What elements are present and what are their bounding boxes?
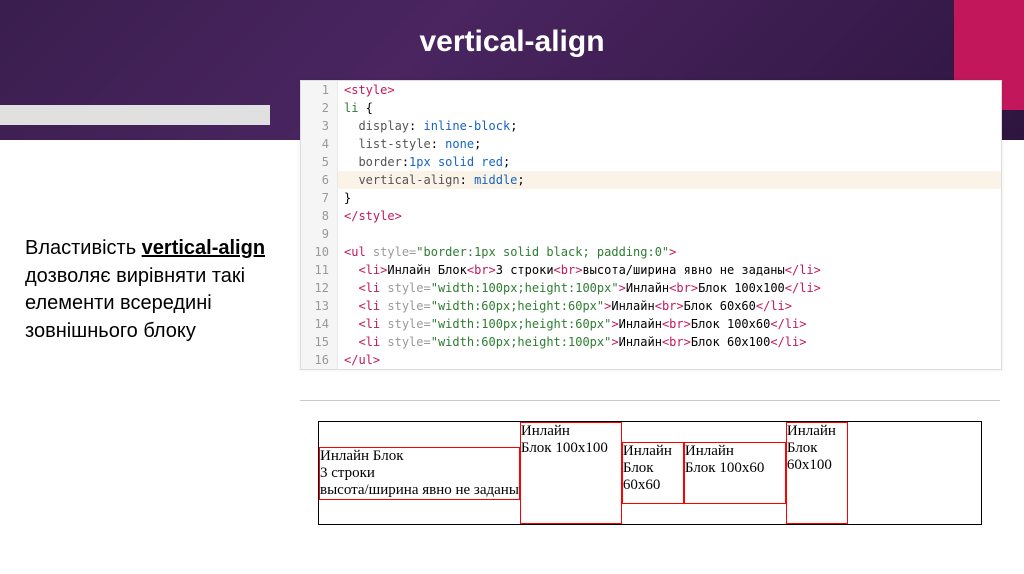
code-line: 3 display: inline-block; [301, 117, 1001, 135]
line-number: 3 [301, 117, 338, 135]
description-text: Властивість vertical-align дозволяє вирі… [25, 235, 285, 345]
code-source [338, 225, 351, 243]
code-line: 16</ul> [301, 351, 1001, 369]
line-number: 8 [301, 207, 338, 225]
code-source: <li>Инлайн Блок<br>3 строки<br>высота/ши… [338, 261, 821, 279]
desc-bold: vertical-align [142, 237, 265, 259]
code-line: 7} [301, 189, 1001, 207]
code-line: 2li { [301, 99, 1001, 117]
preview-list: Инлайн Блок3 строкивысота/ширина явно не… [318, 421, 982, 525]
code-source: vertical-align: middle; [338, 171, 525, 189]
line-number: 6 [301, 171, 338, 189]
code-source: <li style="width:60px;height:60px">Инлай… [338, 297, 792, 315]
code-source: display: inline-block; [338, 117, 517, 135]
line-number: 12 [301, 279, 338, 297]
line-number: 14 [301, 315, 338, 333]
line-number: 10 [301, 243, 338, 261]
line-number: 5 [301, 153, 338, 171]
line-number: 13 [301, 297, 338, 315]
line-number: 9 [301, 225, 338, 243]
list-item: Инлайн Блок3 строкивысота/ширина явно не… [319, 447, 520, 500]
code-source: <li style="width:100px;height:60px">Инла… [338, 315, 806, 333]
code-source: </style> [338, 207, 402, 225]
code-line: 14 <li style="width:100px;height:60px">И… [301, 315, 1001, 333]
code-source: <ul style="border:1px solid black; paddi… [338, 243, 676, 261]
list-item: ИнлайнБлок 100x60 [684, 442, 786, 504]
line-number: 7 [301, 189, 338, 207]
page-title: vertical-align [0, 25, 1024, 59]
code-source: li { [338, 99, 373, 117]
code-line: 5 border:1px solid red; [301, 153, 1001, 171]
list-item: ИнлайнБлок 100x100 [520, 422, 622, 524]
list-item: ИнлайнБлок 60x100 [786, 422, 848, 524]
code-line: 13 <li style="width:60px;height:60px">Ин… [301, 297, 1001, 315]
line-number: 1 [301, 81, 338, 99]
code-source: list-style: none; [338, 135, 481, 153]
code-source: <li style="width:100px;height:100px">Инл… [338, 279, 821, 297]
desc-rest: дозволяє вирівняти такі елементи всереди… [25, 265, 245, 342]
code-source: <style> [338, 81, 395, 99]
list-item: ИнлайнБлок 60x60 [622, 442, 684, 504]
line-number: 16 [301, 351, 338, 369]
code-source: </ul> [338, 351, 380, 369]
code-line: 10<ul style="border:1px solid black; pad… [301, 243, 1001, 261]
code-source: <li style="width:60px;height:100px">Инла… [338, 333, 806, 351]
code-line: 15 <li style="width:60px;height:100px">И… [301, 333, 1001, 351]
desc-prefix: Властивість [25, 237, 142, 259]
code-source: border:1px solid red; [338, 153, 510, 171]
code-line: 8</style> [301, 207, 1001, 225]
code-block: 1<style>2li {3 display: inline-block;4 l… [300, 80, 1002, 370]
code-line: 6 vertical-align: middle; [301, 171, 1001, 189]
code-source: } [338, 189, 351, 207]
code-line: 1<style> [301, 81, 1001, 99]
line-number: 11 [301, 261, 338, 279]
code-line: 12 <li style="width:100px;height:100px">… [301, 279, 1001, 297]
line-number: 2 [301, 99, 338, 117]
line-number: 4 [301, 135, 338, 153]
code-line: 4 list-style: none; [301, 135, 1001, 153]
code-line: 9 [301, 225, 1001, 243]
code-line: 11 <li>Инлайн Блок<br>3 строки<br>высота… [301, 261, 1001, 279]
line-number: 15 [301, 333, 338, 351]
grey-strip [0, 105, 270, 125]
preview-block: Инлайн Блок3 строкивысота/ширина явно не… [300, 400, 1000, 561]
